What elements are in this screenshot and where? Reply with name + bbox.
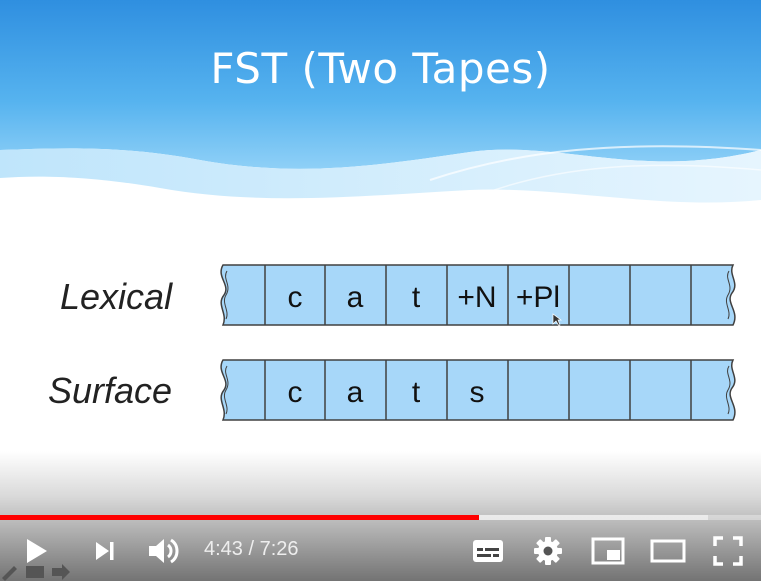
theater-mode-icon	[650, 539, 686, 563]
tape-cell: +Pl	[516, 281, 560, 314]
next-icon	[96, 542, 114, 560]
subtitles-icon	[473, 540, 503, 562]
tape-cell: t	[412, 376, 421, 409]
tape-cell: s	[470, 376, 485, 409]
volume-icon	[149, 538, 179, 564]
tape-label-surface: Surface	[48, 370, 173, 411]
progress-bar[interactable]	[0, 515, 761, 520]
surface-tape: c a t s	[220, 359, 736, 421]
tape-cell: t	[412, 281, 421, 314]
tape-label-lexical: Lexical	[60, 276, 173, 317]
time-separator: /	[248, 538, 255, 560]
progress-played	[0, 515, 480, 520]
fullscreen-icon	[713, 536, 743, 566]
current-time: 4:43	[204, 538, 243, 560]
duration: 7:26	[259, 538, 299, 560]
next-button[interactable]	[88, 528, 122, 574]
gear-icon	[534, 537, 562, 565]
tape-cell: c	[288, 281, 303, 314]
video-player[interactable]: FST (Two Tapes) Lexical Surface c a t +N…	[0, 0, 761, 581]
player-controls: 4:43 / 7:26	[0, 528, 761, 574]
tape-cell: c	[288, 376, 303, 409]
mouse-pointer-icon	[552, 313, 562, 327]
tape-cell: a	[347, 281, 364, 314]
subtitles-button[interactable]	[468, 528, 508, 574]
miniplayer-button[interactable]	[588, 528, 628, 574]
annotation-tools-icon	[2, 564, 70, 581]
slide-title: FST (Two Tapes)	[210, 44, 551, 93]
lexical-tape: c a t +N +Pl	[220, 264, 736, 326]
settings-button[interactable]	[528, 528, 568, 574]
time-display: 4:43 / 7:26	[204, 538, 299, 561]
tape-cell: a	[347, 376, 364, 409]
fullscreen-button[interactable]	[708, 528, 748, 574]
volume-button[interactable]	[144, 528, 184, 574]
miniplayer-icon	[591, 537, 625, 565]
theater-mode-button[interactable]	[648, 528, 688, 574]
tape-cell: +N	[457, 281, 496, 314]
